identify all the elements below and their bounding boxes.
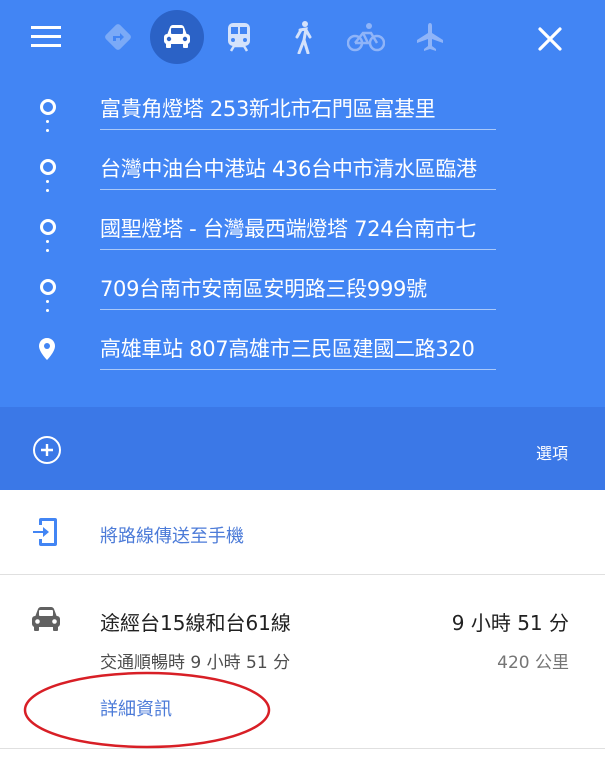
car-icon bbox=[164, 25, 190, 48]
add-destination-bar: 選項 bbox=[0, 407, 605, 490]
close-icon[interactable] bbox=[532, 21, 568, 57]
options-link[interactable]: 選項 bbox=[536, 440, 568, 464]
airplane-icon bbox=[417, 23, 443, 51]
waypoint-input[interactable]: 富貴角燈塔 253新北市石門區富基里 bbox=[100, 77, 496, 130]
travel-mode-bar bbox=[0, 0, 605, 76]
walking-mode-tab[interactable] bbox=[283, 17, 323, 57]
annotation-ellipse bbox=[23, 671, 271, 749]
route-distance: 420 公里 bbox=[497, 653, 569, 673]
waypoint-text: 富貴角燈塔 253新北市石門區富基里 bbox=[100, 97, 436, 121]
driving-mode-tab[interactable] bbox=[150, 10, 204, 64]
destination-input[interactable]: 高雄車站 807高雄市三民區建國二路320 bbox=[100, 317, 496, 370]
waypoint-text: 高雄車站 807高雄市三民區建國二路320 bbox=[100, 337, 475, 361]
route-duration: 9 小時 51 分 bbox=[451, 611, 569, 635]
route-dots bbox=[46, 180, 49, 198]
transit-mode-tab[interactable] bbox=[219, 17, 259, 57]
walking-icon bbox=[295, 21, 312, 54]
train-icon bbox=[228, 23, 250, 52]
phone-send-icon bbox=[33, 518, 57, 546]
route-dots bbox=[46, 240, 49, 258]
destination-pin-icon bbox=[39, 338, 55, 360]
flight-mode-tab[interactable] bbox=[410, 17, 450, 57]
waypoint-marker bbox=[40, 279, 56, 295]
bicycle-icon bbox=[347, 23, 385, 52]
waypoint-input[interactable]: 709台南市安南區安明路三段999號 bbox=[100, 257, 496, 310]
send-to-phone-row[interactable]: 將路線傳送至手機 bbox=[0, 490, 605, 575]
add-circle-icon bbox=[33, 436, 61, 464]
send-to-phone-label: 將路線傳送至手機 bbox=[100, 526, 244, 547]
route-dots bbox=[46, 120, 49, 138]
directions-diamond-icon bbox=[105, 24, 131, 50]
cycling-mode-tab[interactable] bbox=[346, 17, 386, 57]
route-via: 途經台15線和台61線 bbox=[100, 611, 291, 635]
waypoint-marker bbox=[40, 99, 56, 115]
add-destination-button[interactable] bbox=[32, 435, 62, 465]
waypoint-input[interactable]: 台灣中油台中港站 436台中市清水區臨港 bbox=[100, 137, 496, 190]
waypoint-text: 國聖燈塔 - 台灣最西端燈塔 724台南市七 bbox=[100, 217, 477, 241]
route-dots bbox=[46, 300, 49, 318]
waypoint-marker bbox=[40, 159, 56, 175]
waypoint-text: 709台南市安南區安明路三段999號 bbox=[100, 277, 427, 301]
directions-header: 富貴角燈塔 253新北市石門區富基里 台灣中油台中港站 436台中市清水區臨港 … bbox=[0, 0, 605, 407]
waypoint-marker bbox=[40, 219, 56, 235]
waypoint-text: 台灣中油台中港站 436台中市清水區臨港 bbox=[100, 157, 477, 181]
menu-icon[interactable] bbox=[31, 26, 61, 48]
best-mode-icon[interactable] bbox=[98, 17, 138, 57]
waypoint-input[interactable]: 國聖燈塔 - 台灣最西端燈塔 724台南市七 bbox=[100, 197, 496, 250]
car-icon bbox=[32, 607, 60, 631]
